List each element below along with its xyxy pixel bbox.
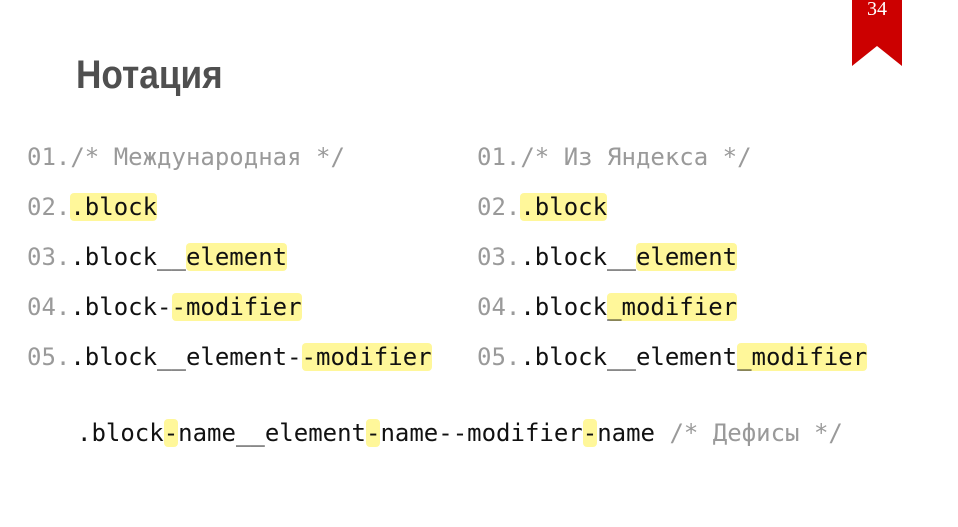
code-text: name--modifier	[380, 419, 583, 447]
code-text: .block__element	[520, 343, 738, 371]
code-comment: /* Дефисы */	[655, 419, 843, 447]
code-text: .block__	[520, 243, 636, 271]
left-code-line-4: 04..block--modifier	[27, 292, 302, 322]
code-comment: /* Из Яндекса */	[520, 143, 752, 171]
code-text: .block__	[70, 243, 186, 271]
highlighted-code: _modifier	[607, 293, 738, 321]
right-code-line-1: 01./* Из Яндекса */	[477, 142, 752, 172]
highlighted-hyphen: -	[582, 419, 598, 447]
highlighted-code: element	[635, 243, 738, 271]
highlighted-code: element	[185, 243, 288, 271]
right-code-line-3: 03..block__element	[477, 242, 738, 272]
left-code-line-2: 02..block	[27, 192, 158, 222]
left-code-line-5: 05..block__element--modifier	[27, 342, 432, 372]
left-code-line-1: 01./* Международная */	[27, 142, 345, 172]
highlighted-code: .block	[70, 193, 158, 221]
page-number-badge: 34	[852, 0, 902, 66]
line-number: 01.	[27, 143, 71, 171]
left-code-line-3: 03..block__element	[27, 242, 288, 272]
line-number: 02.	[27, 193, 71, 221]
code-text: .block	[77, 419, 164, 447]
line-number: 04.	[27, 293, 71, 321]
hyphen-notation-example: .block-name__element-name--modifier-name…	[77, 418, 843, 448]
highlighted-hyphen: -	[366, 419, 381, 447]
line-number: 02.	[477, 193, 521, 221]
line-number: 03.	[27, 243, 71, 271]
code-text: .block__element-	[70, 343, 302, 371]
line-number: 05.	[27, 343, 71, 371]
page-number: 34	[867, 0, 887, 20]
highlighted-code: -modifier	[171, 293, 302, 321]
highlighted-code: _modifier	[737, 343, 868, 371]
right-code-line-5: 05..block__element_modifier	[477, 342, 868, 372]
code-text: name__element	[178, 419, 366, 447]
code-comment: /* Международная */	[70, 143, 345, 171]
line-number: 03.	[477, 243, 521, 271]
highlighted-hyphen: -	[163, 419, 179, 447]
highlighted-code: -modifier	[301, 343, 432, 371]
line-number: 05.	[477, 343, 521, 371]
slide-title: Нотация	[76, 53, 223, 97]
line-number: 04.	[477, 293, 521, 321]
right-code-line-4: 04..block_modifier	[477, 292, 738, 322]
code-text: name	[597, 419, 655, 447]
highlighted-code: .block	[520, 193, 608, 221]
line-number: 01.	[477, 143, 521, 171]
right-code-line-2: 02..block	[477, 192, 608, 222]
code-text: .block-	[70, 293, 172, 321]
code-text: .block	[520, 293, 608, 321]
slide: 34 Нотация 01./* Международная */ 02..bl…	[0, 0, 958, 527]
